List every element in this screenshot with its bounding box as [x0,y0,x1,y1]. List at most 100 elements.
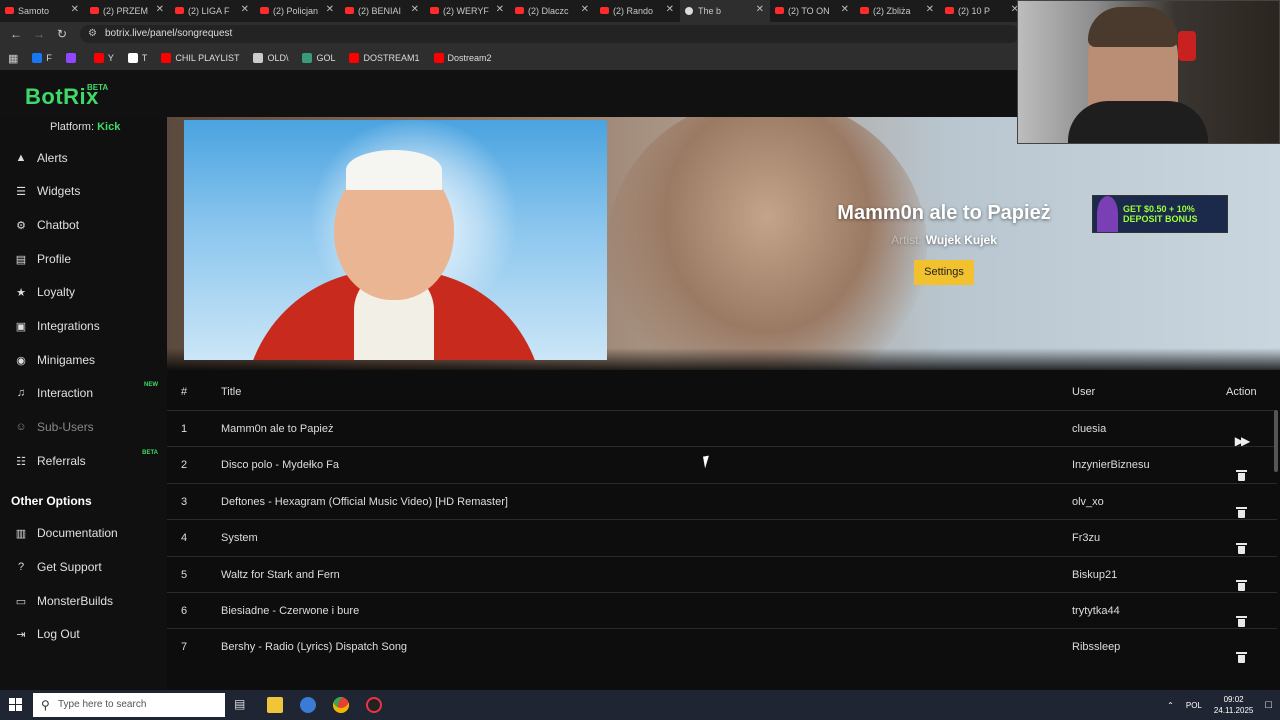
sidebar-item-log-out[interactable]: ⇥ Log Out [0,619,167,649]
users-icon: ☺ [15,421,27,433]
tab-close-icon[interactable]: ✕ [411,4,419,15]
casino-ad-banner[interactable]: GET $0.50 + 10% DEPOSIT BONUS [1092,195,1228,233]
sidebar-item-profile[interactable]: ▤ Profile [0,244,167,274]
sidebar-item-sub-users[interactable]: ☺ Sub-Users [0,412,167,442]
bookmark-item[interactable]: Dostream2 [433,53,492,63]
delete-button[interactable] [1234,568,1248,591]
webcam-person-body [1068,101,1208,143]
tab-close-icon[interactable]: ✕ [156,4,164,15]
chrome-icon[interactable] [333,697,349,713]
delete-button[interactable] [1234,495,1248,518]
skip-button[interactable]: ▶▶ [1234,422,1251,448]
sidebar-item-referrals[interactable]: ☷ Referrals BETA [0,446,167,476]
bookmark-item[interactable]: DOSTREAM1 [349,53,420,63]
logout-icon: ⇥ [16,628,26,641]
tab-close-icon[interactable]: ✕ [666,4,674,15]
bookmark-item[interactable]: T [127,53,148,63]
delete-button[interactable] [1234,604,1248,627]
forward-icon[interactable]: → [33,27,45,41]
browser-tab[interactable]: Samoto ✕ [0,0,85,22]
sidebar-item-label: Widgets [37,184,81,198]
sidebar-item-documentation[interactable]: ▥ Documentation [0,518,167,548]
sidebar-item-label: Documentation [37,526,118,540]
windows-start-icon[interactable] [9,698,22,711]
bookmark-item[interactable] [65,53,80,63]
bookmark-item[interactable]: F [32,53,52,63]
browser-tab[interactable]: (2) Rando ✕ [595,0,680,22]
tab-label: The b [698,6,722,16]
file-explorer-icon[interactable] [267,697,283,713]
platform-label: Platform: [50,121,95,133]
sidebar-item-interaction[interactable]: ♫ Interaction NEW [0,378,167,408]
browser-tab[interactable]: (2) 10 P ✕ [940,0,1025,22]
browser-tab[interactable]: (2) WERYF ✕ [425,0,510,22]
tab-favicon-icon [775,7,784,14]
row-number: 5 [181,568,188,581]
sidebar-item-minigames[interactable]: ◉ Minigames [0,345,167,375]
table-header: # Title User Action [167,380,1277,405]
sidebar-item-monsterbuilds[interactable]: ▭ MonsterBuilds [0,586,167,616]
browser-tab[interactable]: The b ✕ [680,0,770,22]
bookmark-item[interactable]: GOL [302,53,335,63]
tab-label: (2) Rando [613,6,654,16]
delete-button[interactable] [1234,458,1248,482]
sidebar-item-widgets[interactable]: ☰ Widgets [0,176,167,206]
task-view-icon[interactable]: ▤ [234,697,245,711]
song-queue-table: # Title User Action 1 Mamm0n ale to Papie… [167,370,1277,690]
tab-close-icon[interactable]: ✕ [581,4,589,15]
bookmark-label: Dostream2 [447,53,492,63]
language-indicator[interactable]: POL [1186,701,1202,710]
tray-chevron-icon[interactable]: ⌃ [1167,701,1174,710]
url-bar[interactable]: ⚙ botrix.live/panel/songrequest [80,25,1020,43]
sidebar-item-label: Referrals [37,454,86,468]
bookmark-label: T [141,53,148,63]
settings-button[interactable]: Settings [914,260,974,285]
tab-close-icon[interactable]: ✕ [926,4,934,15]
tab-close-icon[interactable]: ✕ [496,4,504,15]
tab-close-icon[interactable]: ✕ [841,4,849,15]
row-number: 2 [181,459,188,472]
delete-button[interactable] [1234,531,1248,555]
browser-tab[interactable]: (2) Zbliża ✕ [855,0,940,22]
sidebar-item-get-support[interactable]: ? Get Support [0,552,167,582]
clock[interactable]: 09:02 24.11.2025 [1214,694,1253,716]
delete-button[interactable] [1234,640,1248,664]
reload-icon[interactable]: ↻ [57,27,67,41]
trash-icon [1235,543,1247,555]
back-icon[interactable]: ← [10,27,22,41]
sidebar-item-alerts[interactable]: ▲ Alerts [0,143,167,173]
tab-label: (2) Dlaczc [528,6,569,16]
browser-tab[interactable]: (2) Dlaczc ✕ [510,0,595,22]
sidebar-item-label: Interaction [37,386,94,400]
browser-tab[interactable]: (2) LIGA F ✕ [170,0,255,22]
site-info-icon[interactable]: ⚙ [88,25,97,43]
sidebar-item-label: Get Support [37,560,102,574]
browser-tab[interactable]: (2) BENIAI ✕ [340,0,425,22]
widgets-icon: ☰ [16,185,26,198]
profile-card-icon: ▤ [15,253,27,266]
sidebar-item-integrations[interactable]: ▣ Integrations [0,311,167,341]
tab-label: (2) BENIAI [358,6,402,16]
browser-tab[interactable]: (2) TO ON ✕ [770,0,855,22]
tab-close-icon[interactable]: ✕ [756,4,764,15]
tab-favicon-icon [430,7,439,14]
sidebar-item-label: Chatbot [37,218,80,232]
taskbar-search-input[interactable]: ⚲ Type here to search [33,693,225,717]
app-icon[interactable] [366,697,382,713]
sidebar-item-loyalty[interactable]: ★ Loyalty [0,277,167,307]
tab-close-icon[interactable]: ✕ [326,4,334,15]
page-scrollbar[interactable] [1274,410,1278,472]
sidebar-item-label: Alerts [37,151,68,165]
col-number-header: # [181,386,188,398]
browser-tab[interactable]: (2) Policjan ✕ [255,0,340,22]
chrome-alt-icon[interactable] [300,697,316,713]
bookmark-item[interactable]: Y [93,53,114,63]
sidebar-item-chatbot[interactable]: ⚙ Chatbot [0,210,167,240]
bookmark-item[interactable]: CHIL PLAYLIST [161,53,239,63]
tab-close-icon[interactable]: ✕ [71,4,79,15]
apps-grid-icon[interactable]: ▦ [8,52,18,65]
bookmark-item[interactable]: OLD\ [253,53,288,63]
notifications-icon[interactable]: □ [1265,699,1272,711]
browser-tab[interactable]: (2) PRZEM ✕ [85,0,170,22]
tab-close-icon[interactable]: ✕ [241,4,249,15]
